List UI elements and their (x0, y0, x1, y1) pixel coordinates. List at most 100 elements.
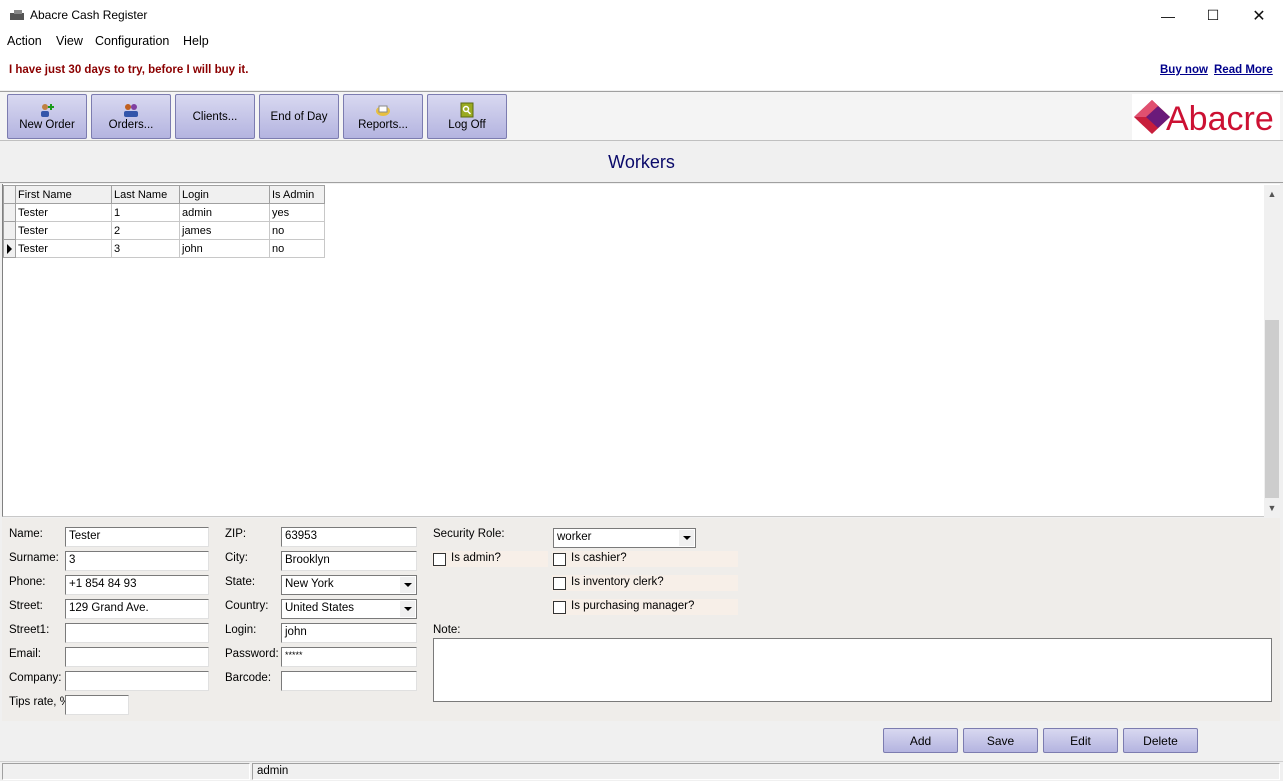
buy-now-link[interactable]: Buy now (1160, 64, 1208, 76)
is-cashier-label: Is cashier? (571, 552, 627, 564)
street1-field[interactable] (65, 623, 209, 643)
zip-label: ZIP: (225, 528, 247, 540)
email-label: Email: (9, 648, 41, 660)
title-bar (0, 0, 1283, 31)
surname-field[interactable]: 3 (65, 551, 209, 571)
cell-last-name[interactable]: 1 (111, 203, 180, 222)
street-label: Street: (9, 600, 43, 612)
menu-action[interactable]: Action (7, 34, 42, 48)
window-title: Abacre Cash Register (30, 8, 148, 22)
reports-icon (376, 105, 390, 116)
cash-register-icon (10, 10, 24, 20)
new-order-button[interactable]: New Order (7, 94, 87, 139)
table-header-row: First Name Last Name Login Is Admin (3, 185, 325, 204)
clients-label: Clients... (192, 110, 238, 123)
table-row[interactable]: Tester 1 admin yes (3, 203, 325, 222)
cell-is-admin[interactable]: yes (269, 203, 325, 222)
city-label: City: (225, 552, 248, 564)
save-button[interactable]: Save (963, 728, 1038, 753)
phone-field[interactable]: +1 854 84 93 (65, 575, 209, 595)
column-first-name[interactable]: First Name (15, 185, 112, 204)
clients-button[interactable]: Clients... (175, 94, 255, 139)
read-more-link[interactable]: Read More (1214, 64, 1273, 76)
cell-login[interactable]: james (179, 221, 270, 240)
zip-field[interactable]: 63953 (281, 527, 417, 547)
delete-button[interactable]: Delete (1123, 728, 1198, 753)
chevron-down-icon[interactable] (400, 601, 415, 617)
cell-first-name[interactable]: Tester (15, 221, 112, 240)
column-login[interactable]: Login (179, 185, 270, 204)
note-label: Note: (433, 624, 461, 636)
reports-label: Reports... (358, 119, 408, 131)
column-last-name[interactable]: Last Name (111, 185, 180, 204)
state-label: State: (225, 576, 256, 588)
chevron-down-icon[interactable] (679, 530, 694, 546)
security-role-value: worker (557, 531, 592, 543)
city-field[interactable]: Brooklyn (281, 551, 417, 571)
cell-login[interactable]: admin (179, 203, 270, 222)
add-button[interactable]: Add (883, 728, 958, 753)
scroll-down-icon[interactable]: ▼ (1264, 500, 1280, 516)
barcode-field[interactable] (281, 671, 417, 691)
security-role-select[interactable]: worker (553, 528, 696, 548)
state-select[interactable]: New York (281, 575, 417, 595)
password-field[interactable]: ***** (281, 647, 417, 667)
company-field[interactable] (65, 671, 209, 691)
maximize-icon[interactable]: ☐ (1190, 0, 1236, 31)
close-icon[interactable]: ✕ (1236, 0, 1282, 31)
scroll-thumb[interactable] (1265, 320, 1279, 498)
company-label: Company: (9, 672, 62, 684)
chevron-down-icon[interactable] (400, 577, 415, 593)
orders-icon (124, 104, 138, 117)
abacre-logo-mark: Abacre (1134, 100, 1274, 138)
edit-button[interactable]: Edit (1043, 728, 1118, 753)
table-row[interactable]: Tester 2 james no (3, 221, 325, 240)
tips-rate-field[interactable] (65, 695, 129, 715)
status-panel-empty (2, 763, 250, 780)
country-value: United States (285, 602, 355, 614)
is-inventory-clerk-checkbox[interactable] (553, 577, 566, 590)
row-indicator[interactable] (3, 239, 16, 258)
orders-button[interactable]: Orders... (91, 94, 171, 139)
street-field[interactable]: 129 Grand Ave. (65, 599, 209, 619)
log-off-button[interactable]: Log Off (427, 94, 507, 139)
country-label: Country: (225, 600, 269, 612)
status-user: admin (252, 763, 1280, 780)
table-row-selected[interactable]: Tester 3 john no (3, 239, 325, 258)
security-role-label: Security Role: (433, 528, 505, 540)
email-field[interactable] (65, 647, 209, 667)
cell-is-admin[interactable]: no (269, 221, 325, 240)
log-off-label: Log Off (448, 119, 486, 131)
cell-last-name[interactable]: 2 (111, 221, 180, 240)
cell-last-name[interactable]: 3 (111, 239, 180, 258)
barcode-label: Barcode: (225, 672, 272, 684)
login-field[interactable]: john (281, 623, 417, 643)
scroll-up-icon[interactable]: ▲ (1264, 186, 1280, 202)
row-indicator-header (3, 185, 16, 204)
menu-view[interactable]: View (56, 34, 83, 48)
cell-first-name[interactable]: Tester (15, 203, 112, 222)
workers-table: First Name Last Name Login Is Admin Test… (3, 185, 325, 258)
state-value: New York (285, 578, 334, 590)
is-purchasing-manager-checkbox[interactable] (553, 601, 566, 614)
reports-button[interactable]: Reports... (343, 94, 423, 139)
surname-label: Surname: (9, 552, 59, 564)
end-of-day-label: End of Day (270, 110, 328, 123)
is-admin-checkbox[interactable] (433, 553, 446, 566)
row-indicator[interactable] (3, 221, 16, 240)
cell-first-name[interactable]: Tester (15, 239, 112, 258)
street1-label: Street1: (9, 624, 50, 636)
menu-help[interactable]: Help (183, 34, 209, 48)
country-select[interactable]: United States (281, 599, 417, 619)
menu-configuration[interactable]: Configuration (95, 34, 169, 48)
end-of-day-button[interactable]: End of Day (259, 94, 339, 139)
new-order-label: New Order (19, 119, 75, 131)
row-indicator[interactable] (3, 203, 16, 222)
cell-login[interactable]: john (179, 239, 270, 258)
cell-is-admin[interactable]: no (269, 239, 325, 258)
name-field[interactable]: Tester (65, 527, 209, 547)
is-cashier-checkbox[interactable] (553, 553, 566, 566)
note-textarea[interactable] (433, 638, 1272, 702)
column-is-admin[interactable]: Is Admin (269, 185, 325, 204)
minimize-icon[interactable]: — (1145, 0, 1191, 31)
